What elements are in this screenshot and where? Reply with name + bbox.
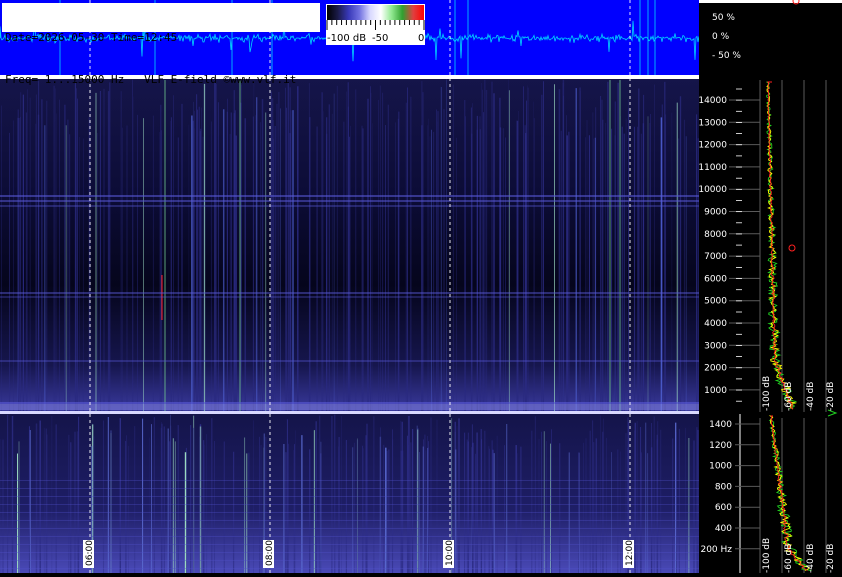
mid-separator bbox=[0, 411, 740, 414]
harmonic-band bbox=[0, 512, 699, 513]
harmonic-band bbox=[0, 552, 699, 553]
time-label: 08:00 bbox=[263, 540, 275, 568]
svg-text:06:00: 06:00 bbox=[85, 540, 95, 566]
wave-label-0: 0 % bbox=[712, 32, 730, 42]
freq-label: 9000 bbox=[704, 208, 727, 218]
freq-label: 14000 bbox=[698, 96, 727, 106]
time-label: 12:00 bbox=[623, 540, 635, 568]
freq-label: 10000 bbox=[698, 185, 727, 195]
carrier-band bbox=[0, 292, 699, 294]
info-frequency-range: Freq= 1...15000 Hz VLF E-field ©www.vlf.… bbox=[5, 73, 297, 86]
db-label: -60 dB bbox=[784, 544, 794, 573]
freq-label: 6000 bbox=[704, 274, 727, 284]
colorbar-label-min: -100 dB bbox=[327, 33, 366, 44]
wave-label-50: 50 % bbox=[712, 13, 735, 23]
freq-label: 800 bbox=[715, 482, 732, 492]
db-label: -20 dB bbox=[826, 382, 836, 411]
carrier-band bbox=[0, 296, 699, 298]
harmonic-band bbox=[0, 560, 699, 561]
vlf-spectrogram-display: 50 % 0 % - 50 % 14000 13000 12000 11000 1000… bbox=[0, 0, 842, 573]
harmonic-band bbox=[0, 536, 699, 537]
db-label: -60 dB bbox=[784, 382, 794, 411]
freq-label: 12000 bbox=[698, 141, 727, 151]
freq-label: 11000 bbox=[698, 163, 727, 173]
db-label: -100 dB bbox=[762, 376, 772, 411]
freq-label: 2000 bbox=[704, 364, 727, 374]
freq-label: 1200 bbox=[709, 441, 732, 451]
carrier-band bbox=[0, 402, 699, 404]
harmonic-band bbox=[0, 504, 699, 505]
db-label: -20 dB bbox=[826, 544, 836, 573]
freq-label: 600 bbox=[715, 503, 732, 513]
freq-label: 5000 bbox=[704, 297, 727, 307]
harmonic-band bbox=[0, 568, 699, 569]
svg-text:12:00: 12:00 bbox=[625, 540, 635, 566]
harmonic-band bbox=[0, 528, 699, 529]
colorbar: -100 dB -50 0 bbox=[326, 4, 425, 45]
freq-label: 200 Hz bbox=[700, 545, 732, 555]
carrier-band bbox=[0, 205, 699, 207]
freq-label: 7000 bbox=[704, 252, 727, 262]
time-label: 06:00 bbox=[83, 540, 95, 568]
harmonic-band bbox=[0, 520, 699, 521]
harmonic-band bbox=[0, 496, 699, 497]
freq-label: 1000 bbox=[704, 386, 727, 396]
freq-label: 3000 bbox=[704, 341, 727, 351]
harmonic-band bbox=[0, 480, 699, 481]
info-box: Date=2026-05-30 Time=12:45 Freq= 1...150… bbox=[2, 3, 320, 86]
carrier-band bbox=[0, 195, 699, 197]
time-label: 10:00 bbox=[443, 540, 455, 568]
freq-label: 4000 bbox=[704, 319, 727, 329]
colorbar-label-mid: -50 bbox=[372, 33, 388, 44]
carrier-band bbox=[0, 200, 699, 202]
freq-label: 1400 bbox=[709, 420, 732, 430]
panel-top-rule bbox=[699, 0, 842, 3]
freq-label: 1000 bbox=[709, 462, 732, 472]
freq-label: 8000 bbox=[704, 230, 727, 240]
harmonic-band bbox=[0, 544, 699, 545]
colorbar-label-max: 0 bbox=[418, 33, 424, 44]
carrier-band bbox=[0, 360, 699, 362]
freq-label: 13000 bbox=[698, 118, 727, 128]
svg-text:08:00: 08:00 bbox=[265, 540, 275, 566]
svg-text:10:00: 10:00 bbox=[445, 540, 455, 566]
colorbar-gradient bbox=[327, 5, 424, 20]
freq-label: 400 bbox=[715, 524, 732, 534]
info-date-time: Date=2026-05-30 Time=12:45 bbox=[5, 31, 178, 44]
db-label: -40 dB bbox=[806, 382, 816, 411]
db-label: -100 dB bbox=[762, 538, 772, 573]
harmonic-band bbox=[0, 488, 699, 489]
low-freq-band bbox=[0, 404, 699, 410]
db-label: -40 dB bbox=[806, 544, 816, 573]
wave-label-minus50: - 50 % bbox=[712, 51, 741, 61]
